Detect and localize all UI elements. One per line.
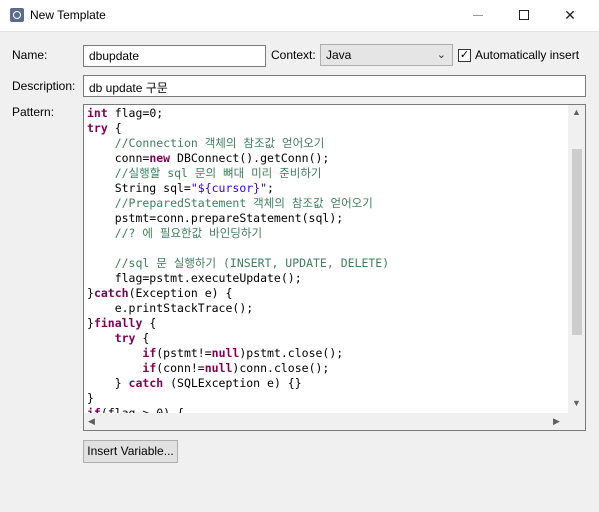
app-icon [10,8,24,22]
code-line: int flag=0; [87,106,565,121]
code-token: (SQLException e) {} [163,376,302,390]
code-line: if(conn!=null)conn.close(); [87,361,565,376]
scroll-up-icon[interactable]: ▲ [572,107,581,117]
scroll-right-icon[interactable]: ▶ [553,416,560,427]
code-token: flag=pstmt.executeUpdate(); [87,271,302,285]
code-line: String sql="${cursor}"; [87,181,565,196]
code-token: (conn!= [156,361,205,375]
code-token: { [107,121,122,135]
code-token: conn= [87,151,150,165]
code-token: { [142,316,157,330]
vertical-scroll-thumb[interactable] [572,149,582,335]
context-select[interactable]: Java ⌄ [320,44,453,66]
name-input[interactable]: dbupdate [83,45,266,67]
context-value: Java [326,48,352,62]
maximize-button[interactable] [501,0,547,31]
code-token: if [142,346,157,360]
code-line: flag=pstmt.executeUpdate(); [87,271,565,286]
code-line: pstmt=conn.prepareStatement(sql); [87,211,565,226]
scroll-left-icon[interactable]: ◀ [88,416,95,427]
code-token: null [211,346,240,360]
chevron-down-icon: ⌄ [436,49,446,61]
code-line: try { [87,121,565,136]
code-token: e.printStackTrace(); [87,301,254,315]
code-token: catch [93,286,129,300]
code-token: String sql= [87,181,191,195]
description-label: Description: [12,79,76,93]
code-token: DBConnect().getConn(); [170,151,330,165]
code-line: //Connection 객체의 참조값 얻어오기 [87,136,565,151]
code-line: e.printStackTrace(); [87,301,565,316]
code-line: }finally { [87,316,565,331]
code-line: }catch(Exception e) { [87,286,565,301]
code-line: conn=new DBConnect().getConn(); [87,151,565,166]
code-token: //? 에 필요한값 바인딩하기 [114,226,263,240]
code-token: } [87,376,129,390]
code-line: } catch (SQLException e) {} [87,376,565,391]
code-token: { [135,331,150,345]
code-token: )conn.close(); [232,361,330,375]
code-token: } [87,286,94,300]
code-token: (pstmt!= [156,346,212,360]
title-bar: New Template ✕ [0,0,599,32]
vertical-scrollbar[interactable]: ▲ ▼ [568,105,585,414]
code-token: "${cursor}" [190,181,268,195]
auto-insert-label: Automatically insert [475,48,580,62]
horizontal-scrollbar[interactable]: ◀ ▶ [84,413,568,430]
name-label: Name: [12,48,48,62]
description-input[interactable]: db update 구문 [83,75,586,97]
code-token: pstmt=conn.prepareStatement(sql); [87,211,344,225]
code-token: //실행할 sql 문의 뼈대 미리 준비하기 [114,166,322,180]
pattern-label: Pattern: [12,105,55,119]
scroll-down-icon[interactable]: ▼ [572,398,581,408]
code-token: null [204,361,233,375]
code-line: //PreparedStatement 객체의 참조값 얻어오기 [87,196,565,211]
code-token: } [87,391,94,405]
code-token: finally [93,316,143,330]
pattern-code[interactable]: int flag=0; try { //Connection 객체의 참조값 얻어… [87,106,565,414]
code-line: //실행할 sql 문의 뼈대 미리 준비하기 [87,166,565,181]
code-token: //Connection 객체의 참조값 얻어오기 [114,136,325,150]
code-token: catch [128,376,164,390]
minimize-button[interactable] [455,0,501,31]
code-token: if [142,361,157,375]
code-line: //sql 문 실행하기 (INSERT, UPDATE, DELETE) [87,256,565,271]
code-line: //? 에 필요한값 바인딩하기 [87,226,565,241]
code-token: int [87,106,108,120]
code-line: try { [87,331,565,346]
pattern-editor[interactable]: int flag=0; try { //Connection 객체의 참조값 얻어… [83,104,586,431]
code-token: )pstmt.close(); [239,346,344,360]
close-button[interactable]: ✕ [547,0,593,31]
context-label: Context: [271,48,316,62]
close-icon: ✕ [564,7,576,23]
code-token: try [87,121,108,135]
code-line: if(pstmt!=null)pstmt.close(); [87,346,565,361]
code-token: //PreparedStatement 객체의 참조값 얻어오기 [114,196,373,210]
code-token: new [149,151,171,165]
code-token: //sql 문 실행하기 (INSERT, UPDATE, DELETE) [114,256,390,270]
code-token: ; [267,181,274,195]
code-token: (Exception e) { [128,286,233,300]
scrollbar-corner [568,413,585,430]
code-token: } [87,316,94,330]
maximize-icon [519,10,529,20]
code-token: flag=0; [107,106,164,120]
code-token: try [114,331,136,345]
window-title: New Template [30,8,106,22]
minimize-icon [473,15,483,16]
auto-insert-checkbox[interactable]: ✓ [458,49,471,62]
insert-variable-button[interactable]: Insert Variable... [83,440,178,463]
code-line: } [87,391,565,406]
